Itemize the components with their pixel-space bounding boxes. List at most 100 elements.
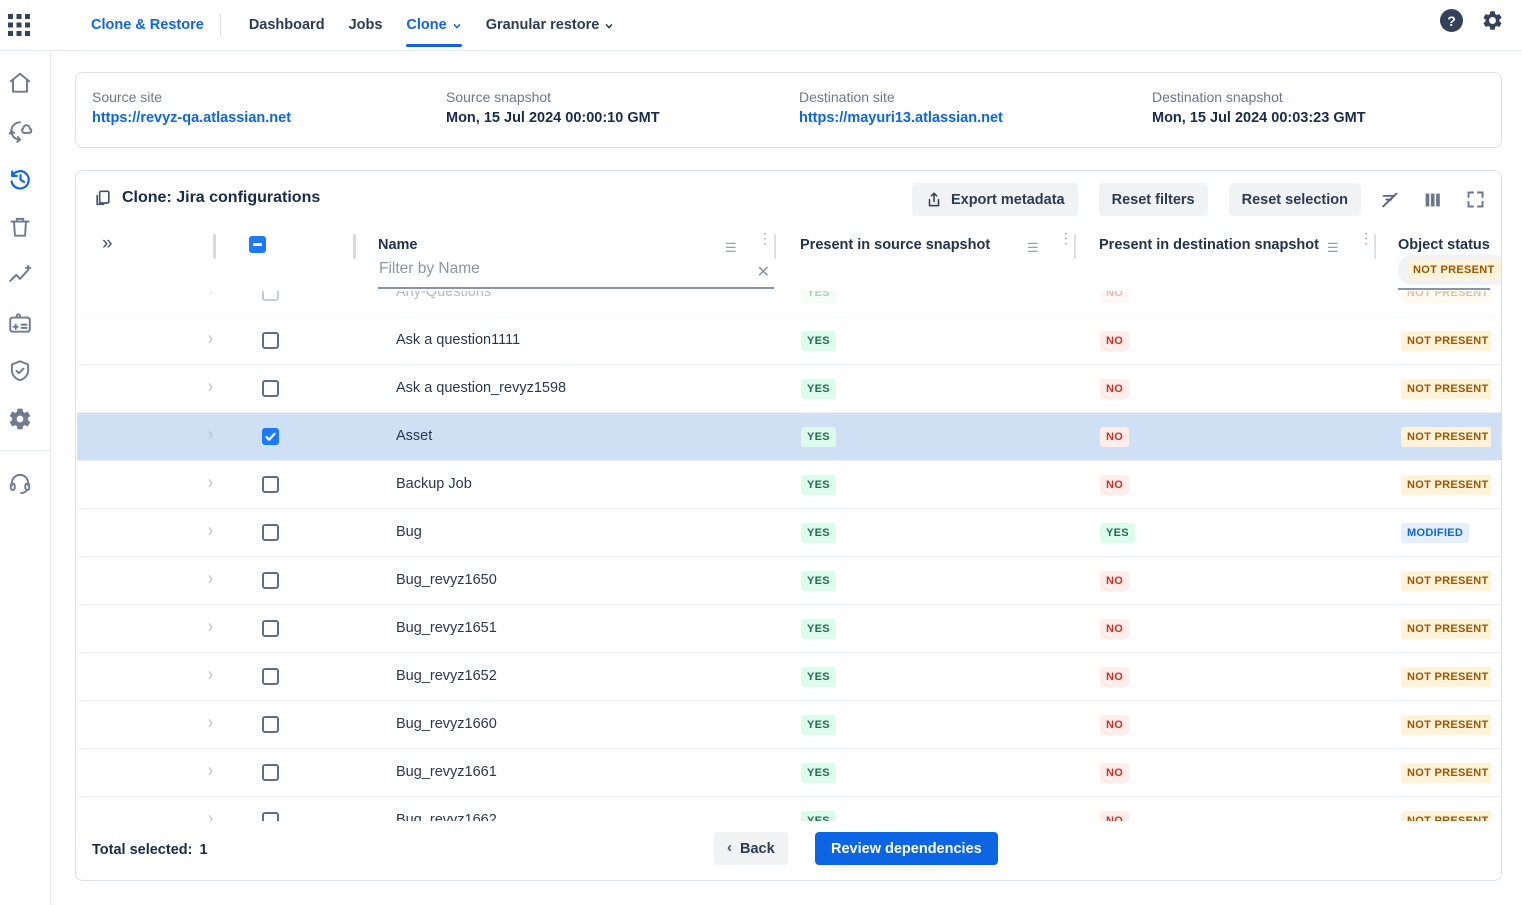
column-menu-icon[interactable]: ⋮ [1359,235,1367,242]
drag-handle-icon[interactable]: ☰ [725,240,737,256]
nav-item-granular-restore[interactable]: Granular restore [474,0,627,50]
destination-snapshot-label: Destination snapshot [1152,89,1283,105]
source-site-link[interactable]: https://revyz-qa.atlassian.net [92,110,291,126]
configurations-table: › Any-Questions YES NO NOT PRESENT O › A… [77,227,1502,823]
row-checkbox[interactable] [262,428,279,445]
home-icon[interactable] [7,70,33,96]
destination-badge: NO [1100,571,1129,591]
row-expand-chevron-icon[interactable]: › [208,519,213,541]
fullscreen-icon[interactable] [1465,189,1487,211]
shield-check-icon[interactable] [7,358,33,384]
row-checkbox[interactable] [262,764,279,781]
source-site-label: Source site [92,89,162,105]
destination-badge: NO [1100,379,1129,399]
trash-icon[interactable] [7,214,33,240]
left-sidebar [0,51,51,905]
table-row[interactable]: › Bug YES YES MODIFIED [77,509,1502,557]
app-switcher-icon[interactable] [8,14,30,36]
row-expand-chevron-icon[interactable]: › [208,759,213,781]
row-expand-chevron-icon[interactable]: › [208,615,213,637]
select-all-checkbox[interactable] [249,236,266,253]
row-checkbox[interactable] [262,716,279,733]
row-checkbox[interactable] [262,380,279,397]
column-resize-handle[interactable] [213,234,216,259]
source-badge: YES [801,715,836,735]
row-source-cell: YES [801,619,836,639]
table-row[interactable]: › Bug_revyz1661 YES NO NOT PRESENT O [77,749,1502,797]
nav-item-jobs[interactable]: Jobs [337,0,395,50]
source-snapshot-value: Mon, 15 Jul 2024 00:00:10 GMT [446,110,660,126]
support-headset-icon[interactable] [7,470,33,496]
column-menu-icon[interactable]: ⋮ [758,235,766,242]
review-dependencies-button[interactable]: Review dependencies [815,832,998,865]
table-row[interactable]: › Asset YES NO NOT PRESENT O [77,413,1502,461]
reset-filters-button[interactable]: Reset filters [1099,183,1208,216]
row-expand-chevron-icon[interactable]: › [208,375,213,397]
card-footer: Total selected:1 ‹ Back Review dependenc… [76,821,1501,880]
name-filter-input[interactable] [378,257,774,289]
id-badge-icon[interactable] [7,310,33,336]
row-checkbox[interactable] [262,620,279,637]
source-badge: YES [801,427,836,447]
row-expand-chevron-icon[interactable]: › [208,711,213,733]
export-metadata-button[interactable]: Export metadata [912,183,1078,216]
table-row[interactable]: › Bug_revyz1662 YES NO NOT PRESENT O [77,797,1502,823]
nav-brand-clone-restore[interactable]: Clone & Restore [91,17,204,33]
filter-off-icon[interactable] [1379,189,1401,211]
settings-icon[interactable] [1481,9,1504,32]
drag-handle-icon[interactable]: ☰ [1327,240,1339,256]
table-row[interactable]: › Bug_revyz1660 YES NO NOT PRESENT O [77,701,1502,749]
help-icon[interactable]: ? [1440,9,1463,32]
row-name: Bug_revyz1650 [396,557,497,604]
row-destination-cell: NO [1100,667,1129,687]
table-row[interactable]: › Backup Job YES NO NOT PRESENT O [77,461,1502,509]
column-resize-handle[interactable] [353,234,356,259]
table-row[interactable]: › Bug_revyz1652 YES NO NOT PRESENT O [77,653,1502,701]
settings-icon-sidebar[interactable] [7,406,33,432]
destination-badge: NO [1100,331,1129,351]
row-checkbox[interactable] [262,668,279,685]
analytics-icon[interactable] [7,262,33,288]
row-checkbox[interactable] [262,332,279,349]
clear-filter-icon[interactable]: ✕ [757,262,770,282]
total-selected: Total selected:1 [92,842,208,858]
table-row[interactable]: › Ask a question_revyz1598 YES NO NOT PR… [77,365,1502,413]
row-expand-chevron-icon[interactable]: › [208,423,213,445]
row-expand-chevron-icon[interactable]: › [208,567,213,589]
row-expand-chevron-icon[interactable]: › [208,327,213,349]
columns-icon[interactable] [1422,189,1444,211]
row-checkbox[interactable] [262,476,279,493]
drag-handle-icon[interactable]: ☰ [1027,240,1039,256]
main-nav: Clone & Restore Dashboard Jobs Clone Gra… [91,0,626,50]
column-resize-handle[interactable] [1074,234,1076,259]
row-status-cell: NOT PRESENT O [1401,667,1491,687]
column-menu-icon[interactable]: ⋮ [1059,235,1067,242]
row-expand-chevron-icon[interactable]: › [208,663,213,685]
reset-selection-button[interactable]: Reset selection [1229,183,1361,216]
table-row[interactable]: › Bug_revyz1651 YES NO NOT PRESENT O [77,605,1502,653]
destination-site-link[interactable]: https://mayuri13.atlassian.net [799,110,1003,126]
chevron-down-icon [604,21,614,31]
row-checkbox[interactable] [262,572,279,589]
table-row[interactable]: › Bug_revyz1650 YES NO NOT PRESENT O [77,557,1502,605]
row-expand-chevron-icon[interactable]: › [208,471,213,493]
back-button[interactable]: ‹ Back [714,832,788,865]
row-checkbox[interactable] [262,524,279,541]
column-resize-handle[interactable] [774,234,776,259]
table-row[interactable]: › Ask a question1111 YES NO NOT PRESENT … [77,317,1502,365]
restore-history-icon[interactable] [7,166,33,192]
expand-all-icon[interactable]: » [102,233,113,255]
nav-item-clone[interactable]: Clone [394,0,473,50]
row-source-cell: YES [801,331,836,351]
total-selected-count: 1 [199,842,207,858]
nav-item-dashboard[interactable]: Dashboard [237,0,337,50]
row-name: Asset [396,413,432,460]
row-status-cell: MODIFIED [1401,523,1491,543]
column-resize-handle[interactable] [1374,234,1376,259]
row-name: Bug_revyz1651 [396,605,497,652]
backup-sync-icon[interactable] [7,118,33,144]
status-badge: NOT PRESENT O [1401,571,1491,591]
destination-badge: NO [1100,427,1129,447]
status-filter-chip[interactable]: NOT PRESENT [1398,255,1502,285]
status-badge: NOT PRESENT O [1401,667,1491,687]
